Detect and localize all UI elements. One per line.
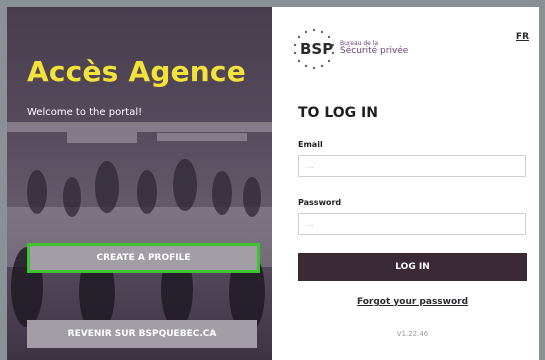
bsp-logo-icon: BSP: [292, 27, 336, 71]
password-field[interactable]: [298, 213, 526, 235]
login-button[interactable]: LOG IN: [298, 253, 527, 281]
email-field[interactable]: [298, 155, 526, 177]
login-button-label: LOG IN: [395, 262, 430, 272]
logo-mark-text: BSP: [300, 40, 334, 58]
language-toggle-link[interactable]: FR: [516, 32, 529, 42]
logo-wordmark: Bureau de la Sécurité privée: [340, 40, 409, 57]
welcome-text: Welcome to the portal!: [27, 107, 143, 118]
login-panel: BSP Bureau de la Sécurité privée FR TO L…: [272, 7, 539, 360]
create-profile-label: CREATE A PROFILE: [96, 253, 191, 263]
back-to-site-button[interactable]: REVENIR SUR BSPQUEBEC.CA: [27, 320, 257, 348]
logo-line-2: Sécurité privée: [340, 46, 409, 57]
login-frame: Accès Agence Welcome to the portal! CREA…: [7, 7, 539, 360]
password-label: Password: [298, 198, 342, 207]
back-to-site-label: REVENIR SUR BSPQUEBEC.CA: [67, 329, 217, 339]
app-title: Accès Agence: [27, 55, 246, 88]
forgot-password-link[interactable]: Forgot your password: [298, 297, 527, 307]
create-profile-button[interactable]: CREATE A PROFILE: [27, 243, 260, 273]
bsp-logo: BSP Bureau de la Sécurité privée: [292, 27, 422, 71]
version-text: V1.22.46: [396, 330, 429, 338]
login-heading: TO LOG IN: [298, 105, 378, 121]
email-label: Email: [298, 140, 323, 149]
hero-panel: Accès Agence Welcome to the portal! CREA…: [7, 7, 272, 360]
